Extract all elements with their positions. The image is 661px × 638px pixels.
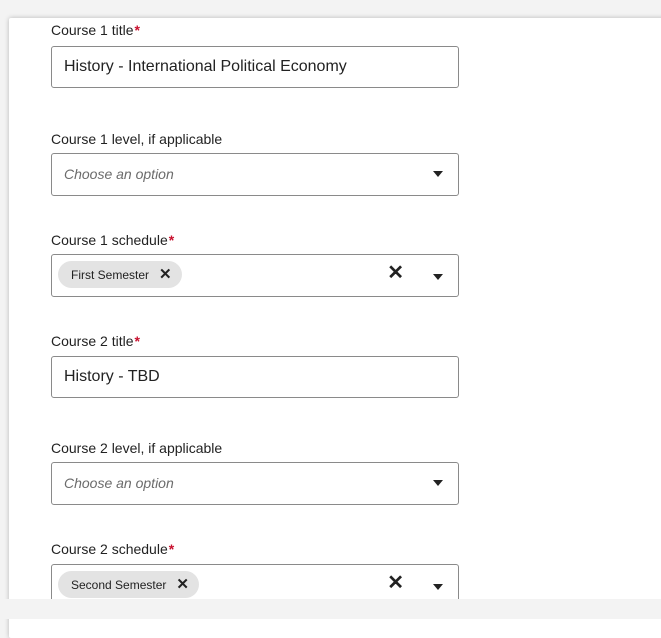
course2-title-value: History - TBD <box>64 368 160 385</box>
course2-schedule-field: Course 2 schedule* Second Semester ✕ ✕ <box>51 541 459 607</box>
bottom-fade <box>0 599 661 619</box>
course2-title-field: Course 2 title* History - TBD <box>51 333 459 398</box>
course1-title-field: Course 1 title* History - International … <box>51 22 459 88</box>
chevron-down-icon[interactable] <box>433 171 443 177</box>
course2-level-label: Course 2 level, if applicable <box>51 440 223 456</box>
schedule-tag: Second Semester ✕ <box>58 571 199 598</box>
course2-title-label: Course 2 title* <box>51 333 140 349</box>
required-asterisk: * <box>168 541 175 557</box>
tag-remove-icon[interactable]: ✕ <box>159 267 172 282</box>
course2-level-field: Course 2 level, if applicable Choose an … <box>51 440 459 505</box>
schedule-tag-label: First Semester <box>71 267 150 282</box>
chevron-down-icon[interactable] <box>433 480 443 486</box>
course2-level-placeholder: Choose an option <box>64 475 174 491</box>
course1-title-value: History - International Political Econom… <box>64 58 347 75</box>
required-asterisk: * <box>168 232 175 248</box>
tag-remove-icon[interactable]: ✕ <box>176 577 189 592</box>
course1-schedule-field: Course 1 schedule* First Semester ✕ ✕ <box>51 232 459 297</box>
course1-level-select[interactable]: Choose an option <box>51 153 459 196</box>
chevron-down-icon[interactable] <box>433 584 443 590</box>
required-asterisk: * <box>134 333 140 349</box>
required-asterisk: * <box>134 22 140 38</box>
course1-title-input[interactable]: History - International Political Econom… <box>51 46 459 88</box>
course1-level-label: Course 1 level, if applicable <box>51 131 223 147</box>
course1-schedule-label: Course 1 schedule* <box>51 232 175 248</box>
schedule-tag-label: Second Semester <box>71 577 167 592</box>
clear-selection-icon[interactable]: ✕ <box>387 573 404 593</box>
course1-level-field: Course 1 level, if applicable Choose an … <box>51 131 459 196</box>
course1-level-placeholder: Choose an option <box>64 166 174 182</box>
course1-title-label: Course 1 title* <box>51 22 140 38</box>
course2-title-input[interactable]: History - TBD <box>51 356 459 398</box>
course2-level-select[interactable]: Choose an option <box>51 462 459 505</box>
chevron-down-icon[interactable] <box>433 274 443 280</box>
course1-schedule-select[interactable]: First Semester ✕ ✕ <box>51 254 459 297</box>
course2-schedule-label: Course 2 schedule* <box>51 541 175 557</box>
clear-selection-icon[interactable]: ✕ <box>387 263 404 283</box>
schedule-tag: First Semester ✕ <box>58 261 182 288</box>
